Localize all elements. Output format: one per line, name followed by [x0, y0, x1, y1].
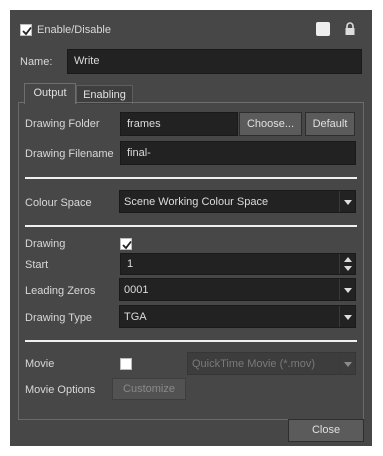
movie-options-label: Movie Options: [25, 384, 96, 396]
drawing-folder-label: Drawing Folder: [25, 118, 100, 130]
name-field[interactable]: Write: [67, 49, 362, 74]
name-label: Name:: [20, 56, 53, 68]
separator: [25, 225, 357, 227]
lock-icon[interactable]: [344, 22, 356, 36]
start-spinbox[interactable]: 1: [120, 253, 356, 275]
drawing-checkbox[interactable]: [120, 238, 132, 250]
default-button[interactable]: Default: [305, 112, 355, 136]
choose-button[interactable]: Choose...: [239, 112, 302, 136]
movie-checkbox[interactable]: [120, 358, 132, 370]
movie-label: Movie: [25, 358, 55, 370]
start-value: 1: [127, 258, 134, 270]
enable-label: Enable/Disable: [37, 24, 111, 36]
tab-output[interactable]: Output: [24, 83, 76, 104]
checkmark-icon: [22, 26, 32, 36]
drawing-type-dropdown[interactable]: TGA: [119, 305, 356, 328]
drawing-type-value: TGA: [124, 311, 147, 323]
drawing-type-label: Drawing Type: [25, 312, 93, 324]
spinner-arrows-icon[interactable]: [339, 254, 355, 274]
checkmark-icon: [122, 240, 132, 250]
leading-zeros-label: Leading Zeros: [25, 285, 96, 297]
drawing-filename-label: Drawing Filename: [25, 148, 114, 160]
chevron-down-icon: [339, 353, 355, 374]
colour-space-label: Colour Space: [25, 197, 92, 209]
colour-space-dropdown[interactable]: Scene Working Colour Space: [119, 190, 356, 213]
customize-button[interactable]: Customize: [112, 378, 186, 400]
drawing-filename-field[interactable]: final-: [120, 141, 356, 165]
chevron-down-icon: [339, 279, 355, 300]
colour-space-value: Scene Working Colour Space: [124, 196, 269, 208]
leading-zeros-dropdown[interactable]: 0001: [119, 278, 356, 301]
chevron-down-icon: [339, 306, 355, 327]
drawing-folder-field[interactable]: frames: [120, 112, 238, 136]
enable-checkbox[interactable]: [20, 24, 32, 36]
leading-zeros-value: 0001: [124, 284, 149, 296]
start-label: Start: [25, 259, 49, 271]
drawing-label: Drawing: [25, 238, 66, 250]
color-swatch[interactable]: [316, 22, 330, 36]
movie-format-dropdown[interactable]: QuickTime Movie (*.mov): [187, 352, 356, 375]
separator: [25, 340, 357, 342]
chevron-down-icon: [339, 191, 355, 212]
movie-format-value: QuickTime Movie (*.mov): [192, 358, 316, 370]
separator: [25, 177, 357, 179]
close-button[interactable]: Close: [288, 419, 364, 442]
node-editor-dialog: Enable/Disable Name: Write Output Enabli…: [10, 10, 372, 446]
